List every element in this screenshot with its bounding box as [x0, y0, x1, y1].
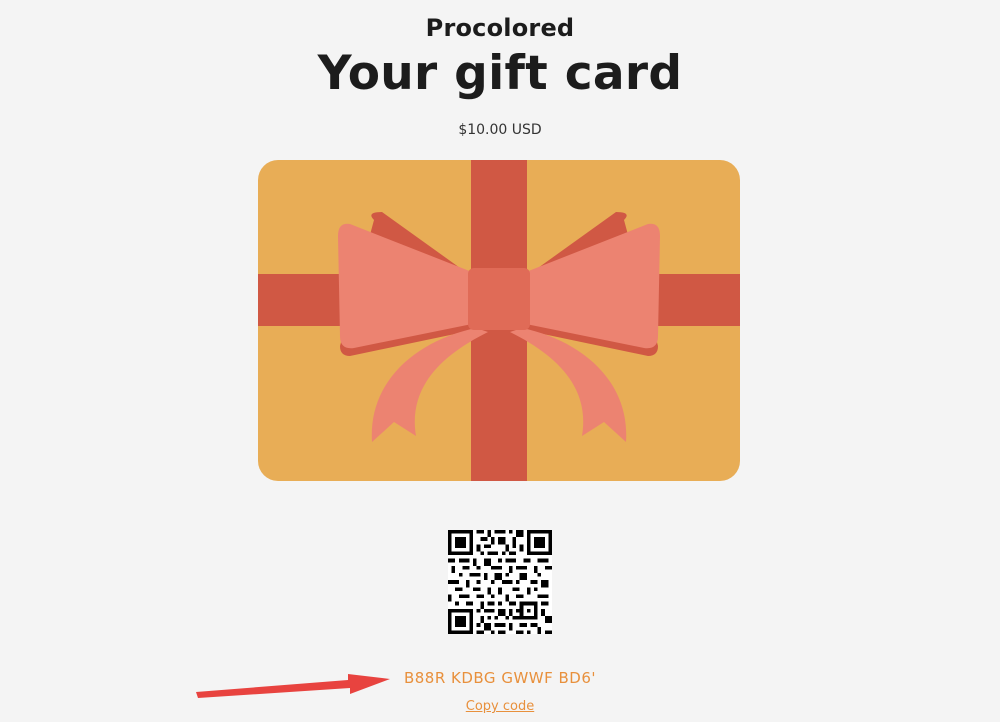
- annotation-arrow-icon: [196, 674, 390, 698]
- shop-name: Procolored: [425, 14, 575, 42]
- bow-knot: [468, 268, 530, 330]
- page-title: Your gift card: [317, 46, 683, 101]
- gift-card-amount: $10.00 USD: [458, 122, 542, 138]
- qr-code: [448, 530, 552, 634]
- gift-card-illustration: [258, 160, 740, 481]
- copy-code-button[interactable]: Copy code: [466, 699, 534, 714]
- gift-card-code: B88R KDBG GWWF BD6': [403, 669, 597, 687]
